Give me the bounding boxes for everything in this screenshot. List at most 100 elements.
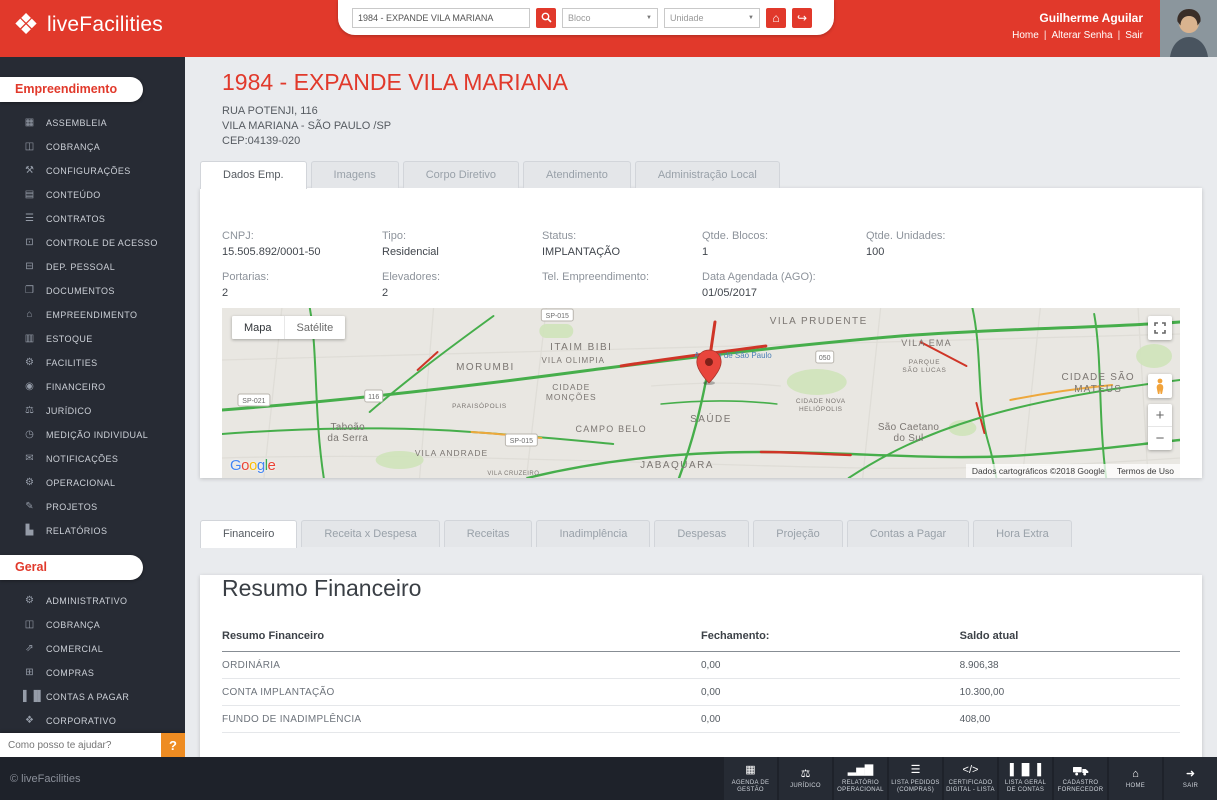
home-quick-button[interactable]: ⌂: [766, 7, 786, 28]
sidebar-item-controle-de-acesso[interactable]: ⊡ CONTROLE DE ACESSO: [0, 231, 185, 255]
sidebar-section-geral[interactable]: Geral: [0, 555, 143, 580]
map-canvas[interactable]: SP-021 116 SP-015 SP-015 050 VILA PRUDENTE VI…: [222, 308, 1180, 478]
search-button[interactable]: [536, 7, 556, 28]
sidebar-item-label: ESTOQUE: [46, 334, 93, 344]
monitor-icon: ⊟: [25, 261, 34, 272]
footer-button-lista-geral-de-contas[interactable]: ▌▐▌▐ LISTA GERAL DE CONTAS: [999, 757, 1052, 800]
map-attribution: Dados cartográficos ©2018 Google Termos …: [965, 464, 1180, 478]
sidebar-item-facilities[interactable]: ⚙ FACILITIES: [0, 351, 185, 375]
finance-cell: 10.300,00: [959, 678, 1180, 706]
sidebar-item-documentos[interactable]: ❐ DOCUMENTOS: [0, 279, 185, 303]
help-button[interactable]: ?: [161, 733, 185, 757]
sidebar-item-corporativo[interactable]: ❖ CORPORATIVO: [0, 709, 185, 733]
brand-logo-icon: ❖: [13, 9, 39, 41]
help-input[interactable]: [0, 733, 161, 757]
footer-button-label: RELATÓRIO OPERACIONAL: [837, 779, 884, 793]
sidebar-item-medicao-individual[interactable]: ◷ MEDIÇÃO INDIVIDUAL: [0, 423, 185, 447]
map-label: JABAQUARA: [640, 460, 714, 471]
sidebar-item-dep-pessoal[interactable]: ⊟ DEP. PESSOAL: [0, 255, 185, 279]
tab-administracao-local[interactable]: Administração Local: [634, 161, 780, 188]
finance-cell: CONTA IMPLANTAÇÃO: [222, 678, 701, 706]
footer-button-label: AGENDA DE GESTÃO: [731, 779, 770, 793]
sidebar-item-cobranca[interactable]: ◫ COBRANÇA: [0, 613, 185, 637]
footer-button-home[interactable]: ⌂ HOME: [1109, 757, 1162, 800]
field-elevadores: Elevadores: 2: [382, 271, 542, 300]
sidebar-item-relatorios[interactable]: ▙ RELATÓRIOS: [0, 519, 185, 543]
footer-button-lista-pedidos-compras[interactable]: ☰ LISTA PEDIDOS (COMPRAS): [889, 757, 942, 800]
sidebar-item-notificacoes[interactable]: ✉ NOTIFICAÇÕES: [0, 447, 185, 471]
tab-inadimplencia[interactable]: Inadimplência: [536, 520, 651, 547]
gear-icon: ⚙: [25, 477, 34, 488]
footer-button-juridico[interactable]: ⚖ JURÍDICO: [779, 757, 832, 800]
page-title: 1984 - EXPANDE VILA MARIANA: [222, 69, 568, 95]
tab-financeiro[interactable]: Financeiro: [200, 520, 298, 548]
sidebar-section-empreendimento[interactable]: Empreendimento: [0, 77, 143, 102]
tab-projecao[interactable]: Projeção: [753, 520, 843, 547]
link-sair[interactable]: Sair: [1125, 30, 1143, 41]
pegman-control[interactable]: [1148, 374, 1172, 398]
home-icon: ⌂: [772, 10, 780, 25]
tab-dados-emp[interactable]: Dados Emp.: [200, 161, 307, 189]
terms-of-use-link[interactable]: Termos de Uso: [1117, 466, 1174, 476]
building-icon: ⌂: [26, 309, 33, 320]
home-icon: ⌂: [1132, 767, 1139, 780]
tab-hora-extra[interactable]: Hora Extra: [973, 520, 1072, 547]
tab-receita-x-despesa[interactable]: Receita x Despesa: [301, 520, 440, 547]
unidade-select[interactable]: Unidade ▼: [664, 7, 760, 28]
sidebar-item-contas-a-pagar[interactable]: ▌▐▌ CONTAS A PAGAR: [0, 685, 185, 709]
sidebar-item-compras[interactable]: ⊞ COMPRAS: [0, 661, 185, 685]
zoom-in-button[interactable]: +: [1148, 404, 1172, 427]
sidebar-item-projetos[interactable]: ✎ PROJETOS: [0, 495, 185, 519]
field-value: 15.505.892/0001-50: [222, 246, 321, 258]
field-cnpj: CNPJ: 15.505.892/0001-50: [222, 230, 382, 259]
sidebar-item-financeiro[interactable]: ◉ FINANCEIRO: [0, 375, 185, 399]
tab-atendimento[interactable]: Atendimento: [523, 161, 631, 188]
sidebar-item-operacional[interactable]: ⚙ OPERACIONAL: [0, 471, 185, 495]
link-home[interactable]: Home: [1012, 30, 1039, 41]
field-portarias: Portarias: 2: [222, 271, 382, 300]
footer-button-agenda-de-gestao[interactable]: ▦ AGENDA DE GESTÃO: [724, 757, 777, 800]
sidebar-item-juridico[interactable]: ⚖ JURÍDICO: [0, 399, 185, 423]
global-search-input[interactable]: [352, 7, 530, 28]
sidebar-item-contratos[interactable]: ☰ CONTRATOS: [0, 207, 185, 231]
sidebar-item-comercial[interactable]: ⇗ COMERCIAL: [0, 637, 185, 661]
footer-button-cadastro-fornecedor[interactable]: CADASTRO FORNECEDOR: [1054, 757, 1107, 800]
fullscreen-button[interactable]: [1148, 316, 1172, 340]
user-avatar[interactable]: [1160, 0, 1217, 57]
bar-chart-icon: ▂▅▇: [847, 764, 874, 776]
sidebar-item-assembleia[interactable]: ▦ ASSEMBLEIA: [0, 111, 185, 135]
sidebar-item-configuracoes[interactable]: ⚒ CONFIGURAÇÕES: [0, 159, 185, 183]
sidebar-item-label: NOTIFICAÇÕES: [46, 454, 119, 464]
sidebar-item-label: ADMINISTRATIVO: [46, 596, 128, 606]
tab-imagens[interactable]: Imagens: [310, 161, 399, 188]
footer-button-relatorio-operacional[interactable]: ▂▅▇ RELATÓRIO OPERACIONAL: [834, 757, 887, 800]
link-alterar-senha[interactable]: Alterar Senha: [1051, 30, 1112, 41]
sidebar-item-label: DOCUMENTOS: [46, 286, 115, 296]
map-label: CIDADE SÃO: [1061, 372, 1134, 383]
tab-receitas[interactable]: Receitas: [443, 520, 533, 547]
map-type-control: Mapa Satélite: [232, 316, 346, 339]
brand-logo[interactable]: ❖ liveFacilities: [13, 10, 163, 40]
bloco-select[interactable]: Bloco ▼: [562, 7, 658, 28]
sidebar-item-estoque[interactable]: ▥ ESTOQUE: [0, 327, 185, 351]
exit-icon: ➜: [1185, 767, 1196, 780]
sidebar-item-cobranca[interactable]: ◫ COBRANÇA: [0, 135, 185, 159]
sidebar-item-label: OPERACIONAL: [46, 478, 116, 488]
tab-despesas[interactable]: Despesas: [654, 520, 750, 547]
map-label: CIDADE: [552, 382, 590, 392]
chart-icon: ▙: [25, 525, 34, 536]
map-type-map-button[interactable]: Mapa: [232, 316, 285, 339]
documents-icon: ❐: [25, 285, 34, 296]
share-button[interactable]: ↪: [792, 7, 812, 28]
sidebar-item-empreendimento[interactable]: ⌂ EMPREENDIMENTO: [0, 303, 185, 327]
sidebar-item-conteudo[interactable]: ▤ CONTEÚDO: [0, 183, 185, 207]
footer-button-certificado-digital-lista[interactable]: </> CERTIFICADO DIGITAL - LISTA: [944, 757, 997, 800]
zoom-out-button[interactable]: −: [1148, 427, 1172, 450]
footer-button-sair[interactable]: ➜ SAIR: [1164, 757, 1217, 800]
map-label: CAMPO BELO: [576, 424, 647, 434]
sidebar-item-administrativo[interactable]: ⚙ ADMINISTRATIVO: [0, 589, 185, 613]
list-icon: ☰: [910, 764, 921, 776]
tab-corpo-diretivo[interactable]: Corpo Diretivo: [402, 161, 520, 188]
tab-contas-a-pagar[interactable]: Contas a Pagar: [846, 520, 970, 547]
map-type-satellite-button[interactable]: Satélite: [284, 316, 346, 339]
